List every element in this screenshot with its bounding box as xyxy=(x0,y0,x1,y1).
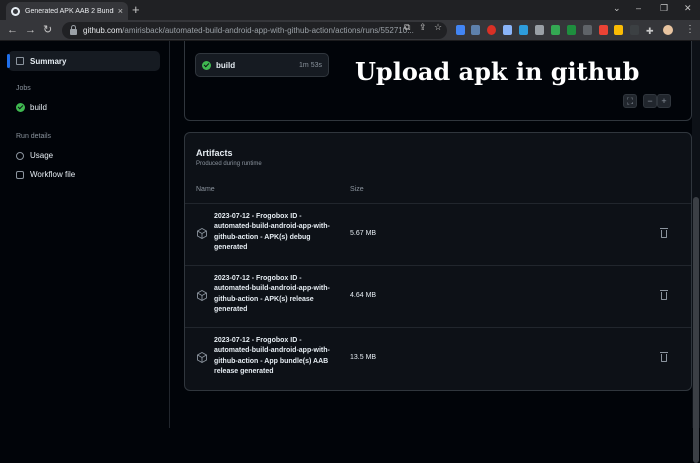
sidebar-item-workflow-file[interactable]: Workflow file xyxy=(16,170,75,179)
workflow-graph: build 1m 53s Upload apk in github ⛶ − + xyxy=(184,41,692,121)
sidebar-item-label: Summary xyxy=(30,56,67,66)
home-icon xyxy=(16,57,24,65)
zoom-in-button[interactable]: + xyxy=(657,94,671,108)
artifact-name-link[interactable]: 2023-07-12 - Frogobox ID - automated-bui… xyxy=(214,336,339,378)
open-in-app-icon[interactable]: ⧉ xyxy=(404,22,410,33)
extensions-puzzle-icon[interactable]: ✚ xyxy=(646,24,654,38)
extension-icon[interactable] xyxy=(456,25,465,35)
sidebar-item-usage[interactable]: Usage xyxy=(16,151,53,160)
artifact-size: 4.64 MB xyxy=(350,292,377,299)
extension-icon[interactable] xyxy=(503,25,512,35)
job-name: build xyxy=(216,60,236,70)
sidebar-item-label: Workflow file xyxy=(30,170,76,179)
job-duration: 1m 53s xyxy=(299,61,322,69)
sidebar-item-label: Usage xyxy=(30,151,54,160)
more-menu-icon[interactable]: ⋮ xyxy=(685,23,695,37)
artifacts-subtitle: Produced during runtime xyxy=(196,161,262,167)
sidebar-item-label: build xyxy=(30,103,47,112)
browser-tab-bar: Generated APK AAB 2 Bundle Te... × + ⌄ –… xyxy=(0,0,700,20)
browser-toolbar: ← → ↻ github.com/amirisback/automated-bu… xyxy=(0,20,700,41)
lock-icon xyxy=(70,25,77,35)
github-icon xyxy=(11,6,20,16)
stopwatch-icon xyxy=(16,151,24,160)
extension-icon[interactable] xyxy=(567,25,576,35)
address-bar[interactable]: github.com/amirisback/automated-build-an… xyxy=(62,22,447,39)
share-icon[interactable]: ⇪ xyxy=(419,22,427,33)
close-window-button[interactable]: ✕ xyxy=(684,3,692,14)
avatar[interactable] xyxy=(663,25,673,35)
minimize-button[interactable]: – xyxy=(636,3,641,13)
job-build-card[interactable]: build 1m 53s xyxy=(195,53,329,77)
sidebar: Summary Jobs build Run details Usage Wor… xyxy=(0,41,170,428)
camera-icon[interactable] xyxy=(535,25,544,35)
maximize-button[interactable]: ❐ xyxy=(660,3,668,14)
tab-title: Generated APK AAB 2 Bundle Te... xyxy=(25,7,114,15)
extension-icon[interactable] xyxy=(519,25,528,35)
overlay-caption: Upload apk in github xyxy=(355,57,640,86)
sidebar-item-summary[interactable]: Summary xyxy=(7,51,160,71)
extension-icon[interactable] xyxy=(614,25,623,35)
workflow-file-icon xyxy=(16,170,24,179)
extension-icon[interactable] xyxy=(583,25,592,35)
url-text: github.com/amirisback/automated-build-an… xyxy=(83,26,414,35)
browser-tab[interactable]: Generated APK AAB 2 Bundle Te... × xyxy=(6,2,128,20)
package-icon xyxy=(197,290,207,301)
trash-icon[interactable] xyxy=(660,290,668,300)
success-check-icon xyxy=(16,103,25,112)
extension-icon[interactable] xyxy=(471,25,480,35)
column-header-size: Size xyxy=(350,186,364,193)
artifact-size: 5.67 MB xyxy=(350,230,377,237)
new-tab-button[interactable]: + xyxy=(132,2,140,18)
extension-icon[interactable] xyxy=(599,25,608,35)
artifact-row: 2023-07-12 - Frogobox ID - automated-bui… xyxy=(185,265,691,327)
bookmark-star-icon[interactable]: ☆ xyxy=(434,22,442,33)
tab-close-icon[interactable]: × xyxy=(118,6,123,16)
artifact-name-link[interactable]: 2023-07-12 - Frogobox ID - automated-bui… xyxy=(214,274,339,316)
reload-icon[interactable]: ↻ xyxy=(43,23,52,37)
run-details-heading: Run details xyxy=(16,133,52,140)
scrollbar-thumb[interactable] xyxy=(693,197,699,463)
extension-icon[interactable] xyxy=(551,25,560,35)
extension-icon[interactable] xyxy=(630,25,639,35)
fullscreen-button[interactable]: ⛶ xyxy=(623,94,637,108)
artifact-size: 13.5 MB xyxy=(350,354,377,361)
column-header-name: Name xyxy=(196,186,215,193)
zoom-out-button[interactable]: − xyxy=(643,94,657,108)
forward-arrow-icon[interactable]: → xyxy=(25,23,36,37)
trash-icon[interactable] xyxy=(660,228,668,238)
jobs-heading: Jobs xyxy=(16,85,31,92)
trash-icon[interactable] xyxy=(660,352,668,362)
sidebar-item-build[interactable]: build xyxy=(16,103,47,112)
artifact-name-link[interactable]: 2023-07-12 - Frogobox ID - automated-bui… xyxy=(214,212,339,254)
artifacts-title: Artifacts xyxy=(196,148,233,158)
tab-search-icon[interactable]: ⌄ xyxy=(613,3,621,14)
page-scrollbar[interactable] xyxy=(692,41,700,463)
extension-icon[interactable] xyxy=(487,25,496,35)
artifacts-panel: Artifacts Produced during runtime Name S… xyxy=(184,132,692,391)
artifact-row: 2023-07-12 - Frogobox ID - automated-bui… xyxy=(185,203,691,265)
back-arrow-icon[interactable]: ← xyxy=(7,23,18,37)
success-check-icon xyxy=(202,60,211,70)
artifact-row: 2023-07-12 - Frogobox ID - automated-bui… xyxy=(185,327,691,389)
package-icon xyxy=(197,352,207,363)
package-icon xyxy=(197,228,207,239)
